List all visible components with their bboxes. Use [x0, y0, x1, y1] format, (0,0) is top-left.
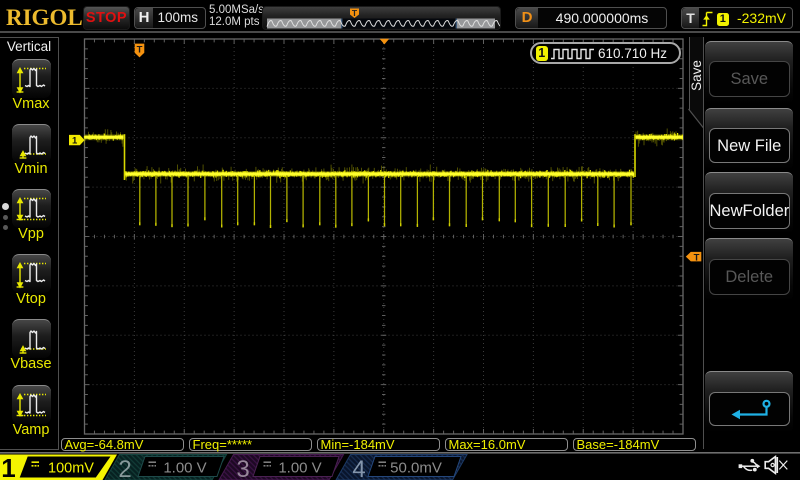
svg-text:3: 3	[236, 456, 249, 480]
svg-text:4: 4	[352, 456, 365, 480]
svg-text:1: 1	[72, 135, 78, 146]
svg-text:1.00 V: 1.00 V	[278, 460, 321, 477]
svg-text:T: T	[137, 45, 143, 56]
svg-text:T: T	[694, 252, 700, 263]
svg-text:1.00 V: 1.00 V	[163, 460, 206, 477]
svg-text:50.0mV: 50.0mV	[390, 460, 442, 477]
svg-text:1: 1	[1, 453, 15, 480]
svg-text:T: T	[352, 8, 358, 18]
svg-text:100mV: 100mV	[48, 461, 94, 477]
svg-text:2: 2	[118, 456, 131, 480]
